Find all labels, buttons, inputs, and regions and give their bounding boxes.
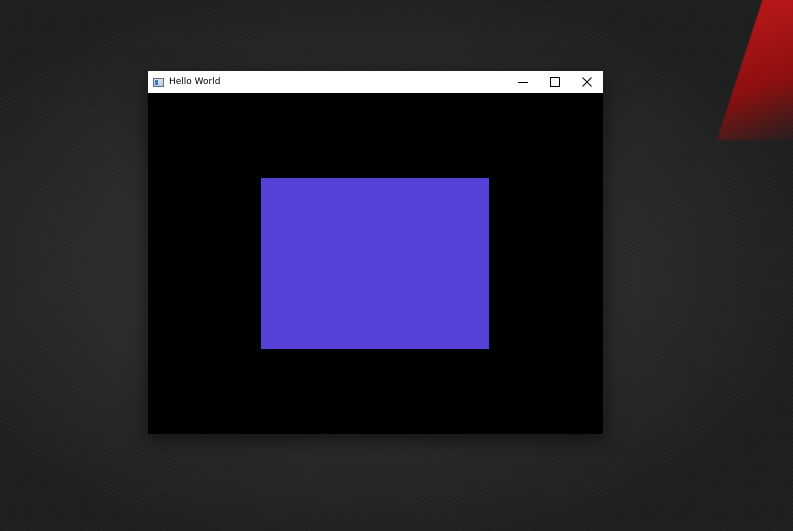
- minimize-button[interactable]: [507, 71, 539, 93]
- render-canvas[interactable]: [148, 93, 603, 434]
- app-window: Hello World: [148, 71, 603, 434]
- caption-buttons: [507, 71, 603, 93]
- minimize-icon: [518, 82, 528, 83]
- maximize-icon: [550, 77, 560, 87]
- close-icon: [582, 77, 592, 87]
- maximize-button[interactable]: [539, 71, 571, 93]
- title-bar[interactable]: Hello World: [148, 71, 603, 93]
- window-title: Hello World: [169, 77, 221, 87]
- close-button[interactable]: [571, 71, 603, 93]
- purple-rectangle: [261, 178, 489, 349]
- app-icon[interactable]: [153, 77, 164, 87]
